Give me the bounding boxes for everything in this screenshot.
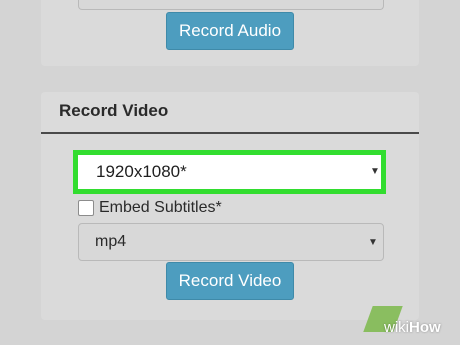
embed-subtitles-checkbox[interactable]: [78, 200, 94, 216]
record-video-title: Record Video: [59, 101, 169, 120]
resolution-select[interactable]: 1920x1080*: [73, 150, 386, 194]
chevron-down-icon: ▼: [370, 166, 380, 177]
record-audio-button[interactable]: Record Audio: [166, 12, 294, 50]
resolution-select-value: 1920x1080*: [96, 162, 187, 181]
format-select[interactable]: mp4: [78, 223, 384, 261]
chevron-down-icon: ▼: [368, 237, 378, 248]
watermark-suffix: How: [409, 319, 441, 336]
wikihow-watermark: wikiHow: [384, 319, 441, 336]
embed-subtitles-label: Embed Subtitles*: [99, 199, 222, 216]
format-select-value: mp4: [95, 233, 127, 250]
audio-select[interactable]: [78, 0, 384, 10]
page: Record Audio Record Video 1920x1080* ▼ E…: [0, 0, 460, 345]
watermark-prefix: wiki: [384, 319, 409, 336]
record-video-button[interactable]: Record Video: [166, 262, 294, 300]
